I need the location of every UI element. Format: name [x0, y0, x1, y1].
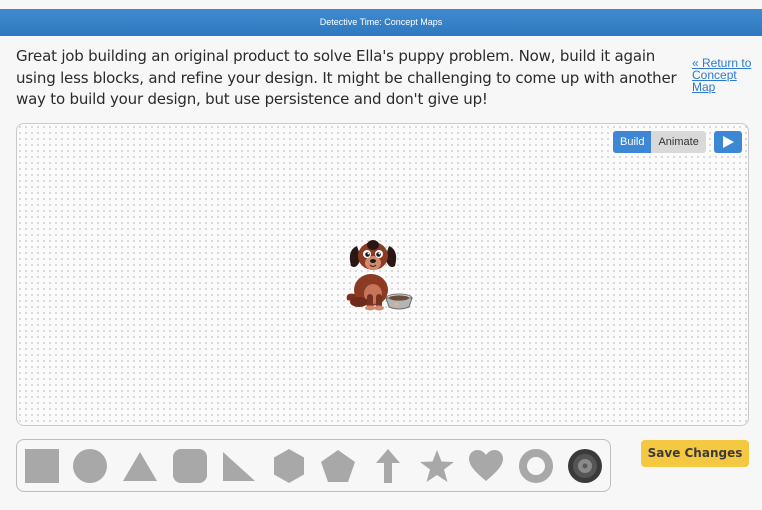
up-arrow-shape[interactable]	[370, 448, 406, 484]
wheel-shape[interactable]	[567, 448, 603, 484]
right-triangle-shape[interactable]	[221, 448, 257, 484]
rounded-square-shape[interactable]	[172, 448, 208, 484]
ring-shape[interactable]	[518, 448, 554, 484]
star-shape[interactable]	[419, 448, 455, 484]
play-button[interactable]	[714, 131, 742, 153]
triangle-shape[interactable]	[122, 448, 158, 484]
return-to-concept-map-link[interactable]: « Return to Concept Map	[692, 57, 754, 93]
circle-shape[interactable]	[72, 448, 108, 484]
heart-shape[interactable]	[468, 448, 504, 484]
animate-mode-button[interactable]: Animate	[651, 131, 706, 153]
build-mode-button[interactable]: Build	[613, 131, 652, 153]
hexagon-shape[interactable]	[271, 448, 307, 484]
window-title-bar: Detective Time: Concept Maps	[0, 9, 762, 36]
square-shape[interactable]	[24, 448, 60, 484]
build-canvas[interactable]: Build Animate	[16, 123, 749, 426]
pentagon-shape[interactable]	[320, 448, 356, 484]
top-margin	[0, 0, 762, 9]
puppy-character[interactable]	[343, 232, 419, 312]
mode-toggle: Build Animate	[613, 131, 706, 153]
instructions-text: Great job building an original product t…	[16, 47, 677, 108]
window-title: Detective Time: Concept Maps	[319, 17, 443, 27]
play-icon	[723, 136, 734, 148]
shape-palette	[16, 439, 611, 492]
save-changes-button[interactable]: Save Changes	[641, 440, 749, 467]
